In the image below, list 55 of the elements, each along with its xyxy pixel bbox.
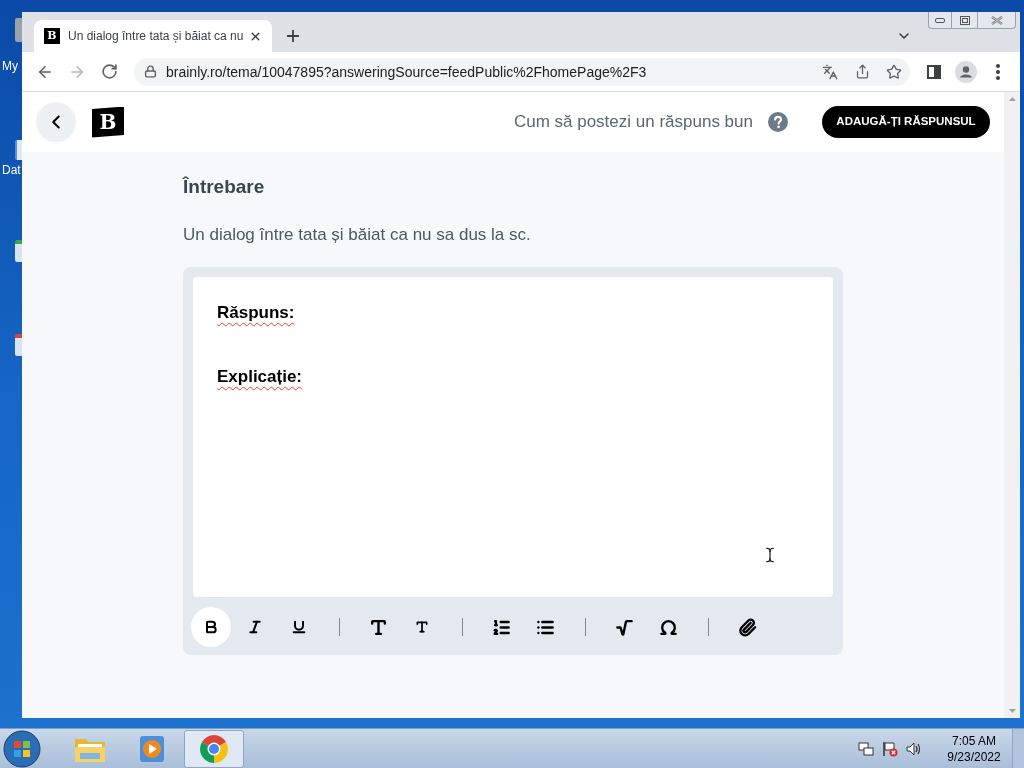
- desktop-icon[interactable]: [15, 240, 22, 262]
- logo[interactable]: B: [92, 106, 124, 138]
- close-icon: [990, 15, 1003, 25]
- square-root-icon: [614, 617, 634, 637]
- editor-paragraph: Explicație:: [217, 366, 303, 388]
- desktop-icon[interactable]: [15, 140, 22, 160]
- star-icon: [886, 63, 902, 80]
- taskbar-button[interactable]: [184, 729, 244, 768]
- bold-icon: [203, 619, 219, 635]
- start-button[interactable]: [3, 729, 41, 768]
- minimize-button[interactable]: [928, 12, 952, 29]
- browser-tab[interactable]: B Un dialog între tata și băiat ca nu: [34, 20, 272, 52]
- url-text: brainly.ro/tema/10047895?answeringSource=feedPublic%2FhomePage%2F3: [166, 62, 648, 81]
- lock-icon: [144, 65, 157, 78]
- share-icon: [854, 64, 870, 79]
- numbered-list-icon: [491, 617, 511, 637]
- menu-icon: [996, 63, 1000, 80]
- profile-icon: [955, 60, 977, 83]
- maximize-button[interactable]: [952, 12, 978, 29]
- italic-icon: [247, 619, 263, 635]
- help-link[interactable]: Cum să postezi un răspuns bun: [513, 111, 753, 133]
- side-panel-icon: [927, 64, 941, 79]
- translate-icon: [822, 63, 838, 80]
- small-t-icon: [415, 620, 429, 634]
- large-t-icon: [368, 617, 388, 637]
- close-button[interactable]: [978, 12, 1016, 29]
- question-heading: Întrebare: [183, 175, 266, 199]
- add-answer-button[interactable]: ADAUGĂ-ȚI RĂSPUNSUL: [822, 106, 990, 138]
- omega-icon: [658, 617, 678, 637]
- speaker-icon[interactable]: [906, 740, 922, 757]
- address-bar[interactable]: brainly.ro/tema/10047895?answeringSource=feedPublic%2FhomePage%2F3: [134, 57, 910, 86]
- tab-favicon: B: [44, 28, 60, 44]
- start-orb-icon: [3, 729, 41, 768]
- media-player-icon: [139, 734, 165, 763]
- question-text: Un dialog între tata și băiat ca nu sa dus la sc.: [183, 224, 532, 246]
- flag-error-icon[interactable]: [882, 740, 898, 757]
- network-icon[interactable]: [858, 740, 874, 757]
- back-button[interactable]: [36, 102, 76, 142]
- help-icon[interactable]: [768, 112, 788, 132]
- clock-time[interactable]: 7:05 AM: [952, 732, 996, 749]
- plus-icon: [284, 27, 302, 45]
- answer-editor[interactable]: Răspuns: Explicație:: [193, 277, 833, 597]
- editor-paragraph: Răspuns:: [217, 302, 295, 324]
- clock-date[interactable]: 9/23/2022: [947, 748, 1001, 765]
- reload-icon: [100, 63, 118, 80]
- desktop-icon-label: My: [2, 58, 18, 74]
- desktop-icon-label: Dat: [2, 162, 21, 178]
- tab-title: Un dialog între tata și băiat ca nu: [68, 28, 244, 44]
- minimize-icon: [935, 17, 945, 23]
- underline-icon: [291, 619, 307, 635]
- desktop-icon[interactable]: [15, 334, 22, 356]
- paperclip-icon: [737, 617, 757, 637]
- round-logo-icon: [199, 733, 229, 764]
- bold-button[interactable]: [191, 607, 231, 647]
- maximize-icon: [959, 15, 970, 25]
